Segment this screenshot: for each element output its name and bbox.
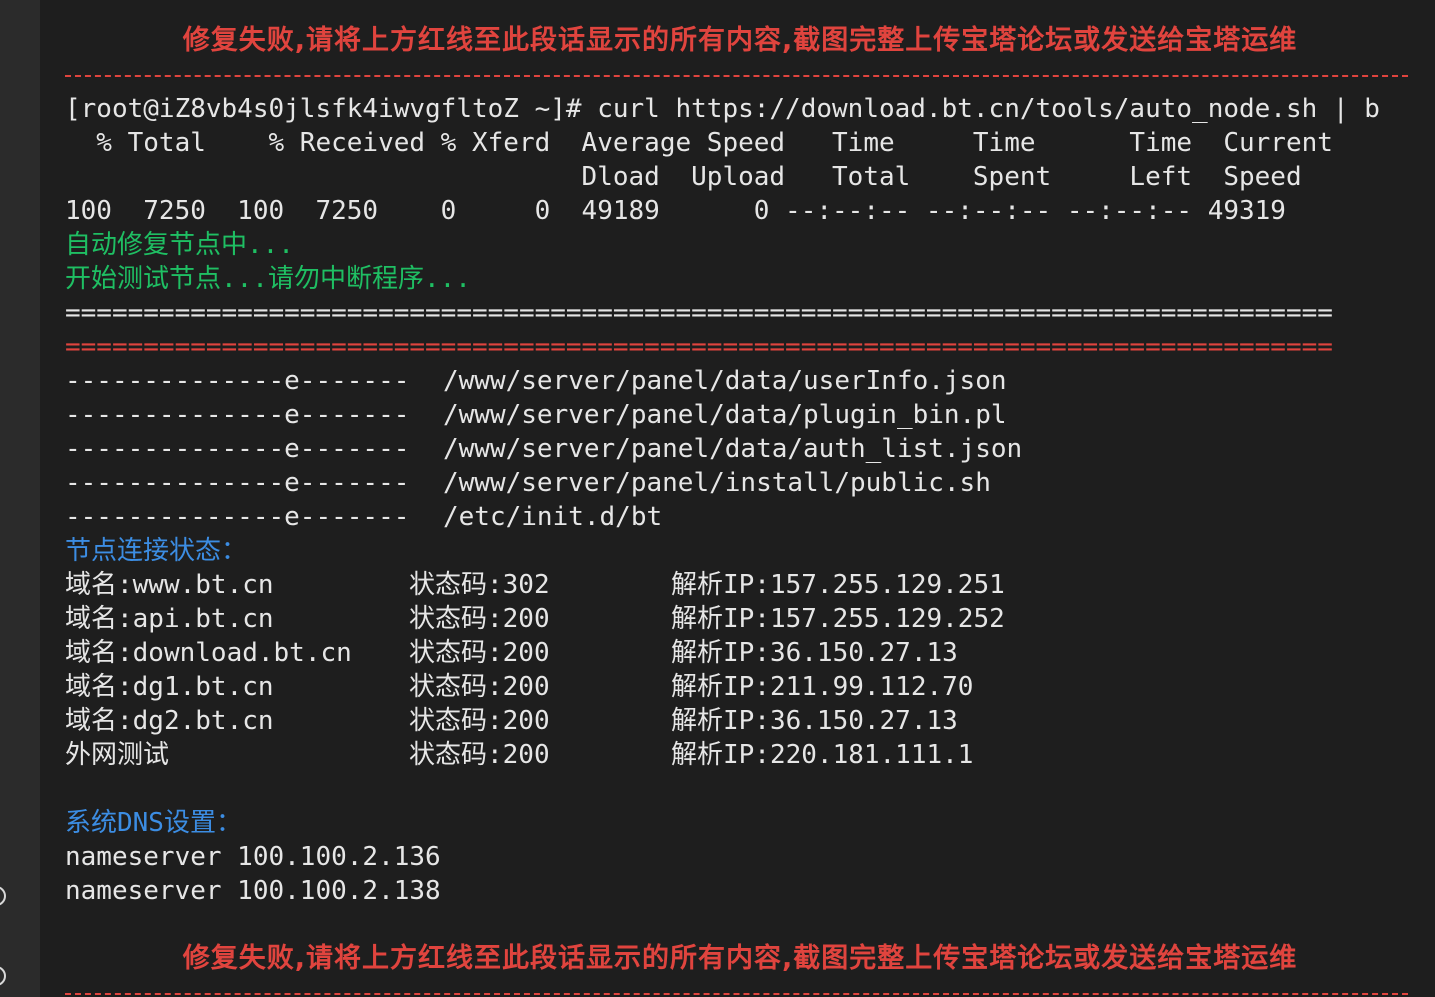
red-dashed-rule-bottom [65, 993, 1408, 995]
node-status-code: 状态码:302 [409, 570, 550, 600]
file-check-row: --------------e------- /www/server/panel… [65, 432, 1365, 466]
file-check-row: --------------e------- /etc/init.d/bt [65, 500, 1365, 534]
node-domain: 域名:download.bt.cn [65, 638, 352, 668]
node-domain: 域名:dg2.bt.cn [65, 706, 274, 736]
node-domain: 外网测试 [65, 740, 170, 770]
node-status-code: 状态码:200 [409, 604, 550, 634]
gutter-circle-icon [0, 966, 6, 986]
node-status-code: 状态码:200 [409, 638, 550, 668]
node-row: 域名:dg1.bt.cn 状态码:200 解析IP:211.99.112.70 [65, 670, 1365, 704]
left-gutter [0, 0, 40, 997]
file-check-flags: --------------e------- [65, 468, 410, 498]
gutter-circle-icon [0, 886, 6, 906]
node-domain: 域名:www.bt.cn [65, 570, 274, 600]
node-ip: 解析IP:36.150.27.13 [671, 638, 958, 668]
node-row: 域名:api.bt.cn 状态码:200 解析IP:157.255.129.25… [65, 602, 1365, 636]
file-check-row: --------------e------- /www/server/panel… [65, 364, 1365, 398]
node-domain: 域名:dg1.bt.cn [65, 672, 274, 702]
node-ip: 解析IP:157.255.129.251 [671, 570, 1005, 600]
node-ip: 解析IP:36.150.27.13 [671, 706, 958, 736]
node-row: 外网测试 状态码:200 解析IP:220.181.111.1 [65, 738, 1365, 772]
node-row: 域名:www.bt.cn 状态码:302 解析IP:157.255.129.25… [65, 568, 1365, 602]
nameserver-line: nameserver 100.100.2.138 [65, 876, 441, 906]
node-row: 域名:download.bt.cn 状态码:200 解析IP:36.150.27… [65, 636, 1365, 670]
file-check-path: /www/server/panel/install/public.sh [443, 468, 991, 498]
curl-progress: 100 7250 100 7250 0 0 49189 0 --:--:-- -… [65, 196, 1286, 226]
failure-banner-top: 修复失败,请将上方红线至此段话显示的所有内容,截图完整上传宝塔论坛或发送给宝塔运… [182, 25, 1298, 56]
file-check-flags: --------------e------- [65, 434, 410, 464]
status-auto-repair: 自动修复节点中... [65, 230, 294, 260]
failure-banner-bottom: 修复失败,请将上方红线至此段话显示的所有内容,截图完整上传宝塔论坛或发送给宝塔运… [182, 943, 1298, 974]
file-check-row: --------------e------- /www/server/panel… [65, 398, 1365, 432]
file-check-row: --------------e------- /www/server/panel… [65, 466, 1365, 500]
node-domain: 域名:api.bt.cn [65, 604, 274, 634]
file-check-flags: --------------e------- [65, 400, 410, 430]
curl-header-2: Dload Upload Total Spent Left Speed [65, 162, 1302, 192]
nameserver-line: nameserver 100.100.2.136 [65, 842, 441, 872]
file-check-path: /www/server/panel/data/plugin_bin.pl [443, 400, 1007, 430]
file-check-path: /www/server/panel/data/auth_list.json [443, 434, 1023, 464]
node-ip: 解析IP:211.99.112.70 [671, 672, 974, 702]
file-check-flags: --------------e------- [65, 502, 410, 532]
node-status-code: 状态码:200 [409, 672, 550, 702]
command-line: [root@iZ8vb4s0jlsfk4iwvgfltoZ ~]# curl h… [65, 94, 1380, 124]
separator-white: ========================================… [65, 298, 1333, 328]
node-status-code: 状态码:200 [409, 706, 550, 736]
file-check-path: /etc/init.d/bt [443, 502, 663, 532]
node-ip: 解析IP:157.255.129.252 [671, 604, 1005, 634]
node-row: 域名:dg2.bt.cn 状态码:200 解析IP:36.150.27.13 [65, 704, 1365, 738]
red-dashed-rule-top [65, 75, 1408, 77]
status-start-test: 开始测试节点...请勿中断程序... [65, 264, 471, 294]
dns-title: 系统DNS设置： [65, 808, 242, 838]
node-status-code: 状态码:200 [409, 740, 550, 770]
separator-red: ========================================… [65, 332, 1333, 362]
node-status-title: 节点连接状态： [65, 536, 248, 566]
file-check-flags: --------------e------- [65, 366, 410, 396]
file-check-path: /www/server/panel/data/userInfo.json [443, 366, 1007, 396]
terminal-window[interactable]: 修复失败,请将上方红线至此段话显示的所有内容,截图完整上传宝塔论坛或发送给宝塔运… [40, 0, 1435, 997]
curl-header-1: % Total % Received % Xferd Average Speed… [65, 128, 1333, 158]
node-ip: 解析IP:220.181.111.1 [671, 740, 974, 770]
